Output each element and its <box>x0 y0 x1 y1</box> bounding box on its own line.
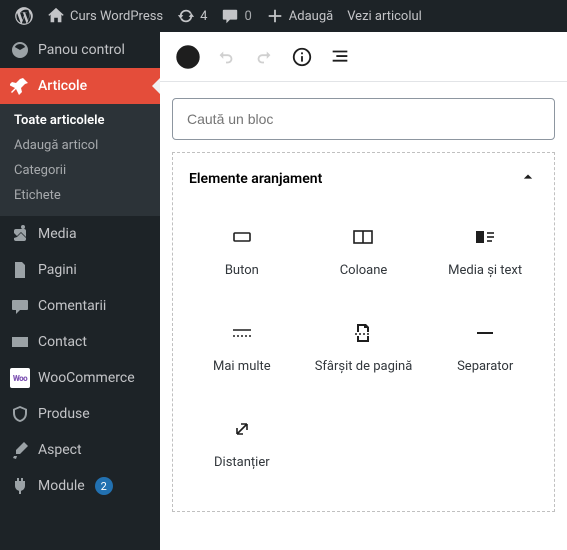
editor-content: Elemente aranjament Buton Coloane Medi <box>160 32 567 550</box>
block-label: Buton <box>225 263 259 279</box>
info-button[interactable] <box>284 39 320 75</box>
block-button[interactable]: Buton <box>181 213 303 305</box>
comments-count: 0 <box>244 9 251 24</box>
outline-button[interactable] <box>322 39 358 75</box>
plus-icon <box>266 7 284 25</box>
add-block-button[interactable] <box>170 39 206 75</box>
block-grid: Buton Coloane Media și text Mai multe <box>173 205 554 511</box>
block-label: Coloane <box>340 263 388 279</box>
block-label: Mai multe <box>213 359 271 375</box>
sidebar-label-media: Media <box>38 226 77 242</box>
view-post-text: Vezi articolul <box>347 9 422 24</box>
sidebar-label-plugins: Module <box>38 478 85 494</box>
sidebar-item-comments[interactable]: Comentarii <box>0 288 160 324</box>
panel-toggle[interactable]: Elemente aranjament <box>173 153 554 205</box>
sidebar-item-woocommerce[interactable]: Woo WooCommerce <box>0 360 160 396</box>
submenu-all-posts[interactable]: Toate articolele <box>0 108 160 133</box>
sidebar-label-woocommerce: WooCommerce <box>38 370 135 386</box>
sidebar-item-appearance[interactable]: Aspect <box>0 432 160 468</box>
sidebar-label-pages: Pagini <box>38 262 77 278</box>
separator-icon <box>473 321 497 345</box>
admin-bar: Curs WordPress 4 0 Adaugă Vezi articolul <box>0 0 567 32</box>
button-icon <box>230 225 254 249</box>
sidebar-label-appearance: Aspect <box>38 442 82 458</box>
sidebar-label-dashboard: Panou control <box>38 42 125 58</box>
submenu-add-post[interactable]: Adaugă articol <box>0 133 160 158</box>
sidebar-item-contact[interactable]: Contact <box>0 324 160 360</box>
sidebar-item-posts[interactable]: Articole <box>0 68 160 104</box>
page-break-icon <box>351 321 375 345</box>
dashboard-icon <box>10 40 30 60</box>
block-more[interactable]: Mai multe <box>181 309 303 401</box>
sidebar-label-comments: Comentarii <box>38 298 106 314</box>
sidebar-item-products[interactable]: Produse <box>0 396 160 432</box>
view-post-link[interactable]: Vezi articolul <box>340 0 429 32</box>
sidebar-item-pages[interactable]: Pagini <box>0 252 160 288</box>
block-columns[interactable]: Coloane <box>303 213 425 305</box>
sidebar-item-plugins[interactable]: Module 2 <box>0 468 160 504</box>
wordpress-icon <box>15 7 33 25</box>
chevron-up-icon <box>518 167 538 191</box>
block-inserter: Elemente aranjament Buton Coloane Medi <box>160 82 567 550</box>
panel-title: Elemente aranjament <box>189 171 322 187</box>
block-page-break[interactable]: Sfârșit de pagină <box>303 309 425 401</box>
wordpress-logo[interactable] <box>8 0 40 32</box>
sidebar-label-contact: Contact <box>38 334 87 350</box>
media-text-icon <box>473 225 497 249</box>
submenu-tags[interactable]: Etichete <box>0 183 160 208</box>
search-input[interactable] <box>172 98 555 140</box>
add-new-text: Adaugă <box>289 9 333 24</box>
block-spacer[interactable]: Distanțier <box>181 405 303 497</box>
spacer-icon <box>230 417 254 441</box>
updates-icon <box>177 7 195 25</box>
updates-link[interactable]: 4 <box>170 0 214 32</box>
editor-toolbar <box>160 32 567 82</box>
products-icon <box>10 404 30 424</box>
admin-sidebar: Panou control Articole Toate articolele … <box>0 32 160 550</box>
mail-icon <box>10 332 30 352</box>
undo-button[interactable] <box>208 39 244 75</box>
redo-button[interactable] <box>246 39 282 75</box>
site-name-link[interactable]: Curs WordPress <box>40 0 170 32</box>
site-name-text: Curs WordPress <box>70 9 163 24</box>
layout-elements-panel: Elemente aranjament Buton Coloane Medi <box>172 152 555 512</box>
posts-submenu: Toate articolele Adaugă articol Categori… <box>0 104 160 216</box>
plugins-badge: 2 <box>95 477 113 495</box>
columns-icon <box>351 225 375 249</box>
block-separator[interactable]: Separator <box>424 309 546 401</box>
block-label: Media și text <box>448 263 522 279</box>
woocommerce-icon: Woo <box>10 368 30 388</box>
sidebar-label-posts: Articole <box>38 78 87 94</box>
comments-link[interactable]: 0 <box>214 0 258 32</box>
sidebar-item-media[interactable]: Media <box>0 216 160 252</box>
add-new-link[interactable]: Adaugă <box>259 0 340 32</box>
comments-icon <box>10 296 30 316</box>
sidebar-item-dashboard[interactable]: Panou control <box>0 32 160 68</box>
plugin-icon <box>10 476 30 496</box>
submenu-categories[interactable]: Categorii <box>0 158 160 183</box>
page-icon <box>10 260 30 280</box>
brush-icon <box>10 440 30 460</box>
updates-count: 4 <box>200 9 207 24</box>
block-label: Sfârșit de pagină <box>315 359 413 375</box>
pin-icon <box>10 76 30 96</box>
sidebar-label-products: Produse <box>38 406 90 422</box>
comment-icon <box>221 7 239 25</box>
home-icon <box>47 7 65 25</box>
block-label: Separator <box>457 359 513 375</box>
block-media-text[interactable]: Media și text <box>424 213 546 305</box>
block-label: Distanțier <box>214 455 270 471</box>
more-icon <box>230 321 254 345</box>
media-icon <box>10 224 30 244</box>
